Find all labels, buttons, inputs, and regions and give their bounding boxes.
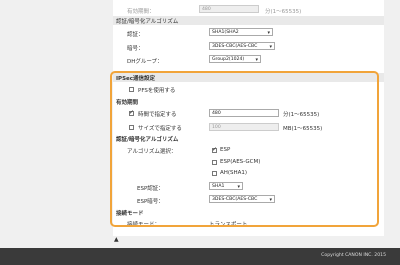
ike-auth-label: 認証： (127, 32, 144, 38)
ike-dh-label: DHグループ： (127, 59, 163, 65)
chevron-down-icon: ▾ (255, 57, 258, 63)
ike-lifetime-input[interactable]: 480 (199, 5, 259, 13)
arrow-up-icon[interactable]: ▲ (114, 236, 119, 243)
ike-auth-value: SHA1(SHA2 (212, 30, 239, 35)
ike-algo-heading: 認証/暗号化アルゴリズム (116, 19, 179, 25)
copyright-text: Copyright CANON INC. 2015 (321, 253, 386, 258)
chevron-down-icon: ▾ (267, 30, 270, 36)
footer: Copyright CANON INC. 2015 (0, 248, 400, 265)
ike-auth-select[interactable]: SHA1(SHA2 ▾ (209, 28, 273, 36)
ike-dh-value: Group2(1024) (212, 57, 245, 62)
ipsec-highlight-frame (110, 71, 379, 227)
ike-lifetime-unit: 分(1〜65535) (265, 9, 302, 15)
ike-enc-value: 3DES-CBC(AES-CBC (212, 44, 258, 49)
ike-enc-label: 暗号： (127, 46, 144, 52)
ike-enc-select[interactable]: 3DES-CBC(AES-CBC ▾ (209, 42, 275, 50)
ike-lifetime-label: 有効期間： (127, 9, 155, 15)
ike-dh-select[interactable]: Group2(1024) ▾ (209, 55, 261, 63)
chevron-down-icon: ▾ (269, 44, 272, 50)
